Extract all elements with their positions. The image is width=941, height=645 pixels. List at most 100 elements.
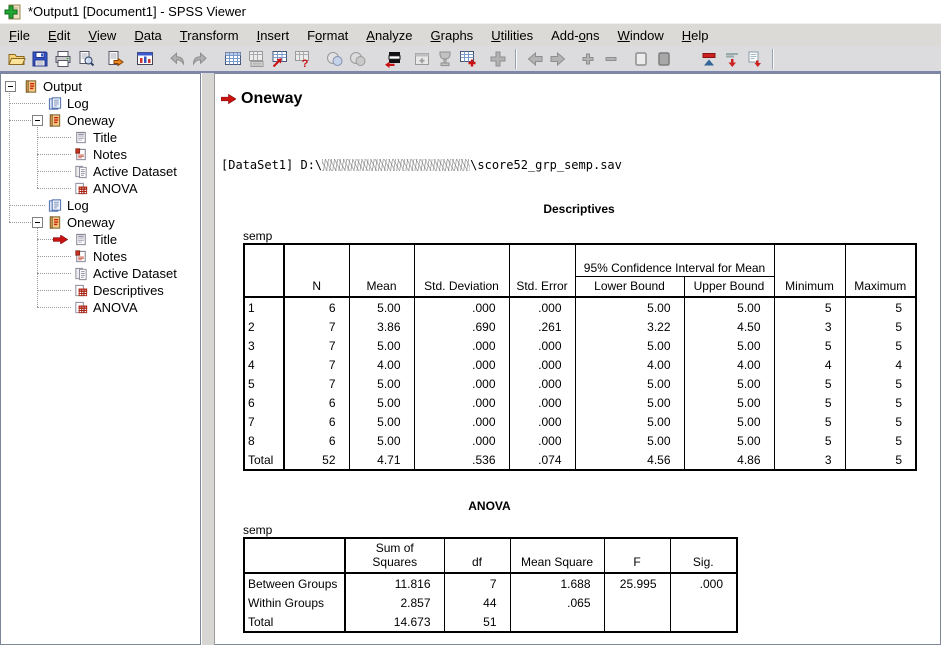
output-book-icon bbox=[23, 79, 39, 94]
column-header: F bbox=[604, 538, 670, 573]
variables-grid-icon bbox=[270, 50, 288, 68]
demote-outline-button[interactable] bbox=[546, 48, 569, 70]
save-button[interactable] bbox=[28, 48, 51, 70]
outline-item-anova-2[interactable]: ANOVA bbox=[1, 299, 200, 316]
descriptives-table[interactable]: N Mean Std. Deviation Std. Error 95% Con… bbox=[243, 243, 917, 471]
menu-file[interactable]: File bbox=[0, 25, 39, 46]
menu-data[interactable]: Data bbox=[125, 25, 170, 46]
column-header: Maximum bbox=[845, 244, 916, 297]
hide-output-button[interactable] bbox=[652, 48, 675, 70]
dataset-log-line[interactable]: [DataSet1] D:\ \score52_grp_semp.sav bbox=[221, 158, 940, 172]
print-button[interactable] bbox=[51, 48, 74, 70]
collapse-expander[interactable] bbox=[32, 217, 43, 228]
find-grid-icon bbox=[293, 50, 311, 68]
toolbar-separator bbox=[772, 49, 774, 69]
select-last-output-icon bbox=[384, 50, 402, 68]
collapse-expander[interactable] bbox=[5, 81, 16, 92]
menu-utilities[interactable]: Utilities bbox=[482, 25, 542, 46]
weight-cases-button[interactable] bbox=[346, 48, 369, 70]
menu-view[interactable]: View bbox=[79, 25, 125, 46]
toolbar-separator bbox=[515, 49, 517, 69]
export-document-icon bbox=[106, 50, 124, 68]
outline-item-title-1[interactable]: Title bbox=[1, 129, 200, 146]
table-row: 765.00.000.0005.005.0055 bbox=[244, 412, 916, 431]
log-book-icon bbox=[47, 96, 63, 111]
insert-title-button[interactable] bbox=[720, 48, 743, 70]
dataset-path-suffix: \score52_grp_semp.sav bbox=[470, 158, 622, 172]
outline-item-anova-1[interactable]: ANOVA bbox=[1, 180, 200, 197]
goto-case-button[interactable] bbox=[244, 48, 267, 70]
insert-heading-button[interactable] bbox=[697, 48, 720, 70]
menu-help[interactable]: Help bbox=[673, 25, 718, 46]
descriptives-title: Descriptives bbox=[243, 202, 915, 216]
column-header: Upper Bound bbox=[684, 276, 774, 297]
outline-item-oneway-2[interactable]: Oneway bbox=[1, 214, 200, 231]
window-title: *Output1 [Document1] - SPSS Viewer bbox=[28, 4, 246, 19]
menu-format[interactable]: Format bbox=[298, 25, 357, 46]
outline-item-output[interactable]: Output bbox=[1, 78, 200, 95]
column-header: Sum of Squares bbox=[345, 538, 444, 573]
column-header: df bbox=[444, 538, 510, 573]
outline-item-active-dataset-2[interactable]: Active Dataset bbox=[1, 265, 200, 282]
anova-output-block[interactable]: ANOVA semp Sum of Squares df Mean Square… bbox=[243, 499, 736, 633]
outline-item-active-dataset-1[interactable]: Active Dataset bbox=[1, 163, 200, 180]
select-last-output-button[interactable] bbox=[381, 48, 404, 70]
collapse-expander[interactable] bbox=[32, 115, 43, 126]
dialog-recall-button[interactable] bbox=[133, 48, 156, 70]
menu-transform[interactable]: Transform bbox=[171, 25, 248, 46]
menu-window[interactable]: Window bbox=[609, 25, 673, 46]
outline-item-log-2[interactable]: Log bbox=[1, 197, 200, 214]
insert-cases-button[interactable] bbox=[456, 48, 479, 70]
open-button[interactable] bbox=[5, 48, 28, 70]
select-cases-icon bbox=[326, 50, 344, 68]
notes-page-icon bbox=[73, 249, 89, 264]
dataset-path-prefix: [DataSet1] D:\ bbox=[221, 158, 322, 172]
output-heading[interactable]: Oneway bbox=[241, 90, 302, 108]
expand-outline-button[interactable] bbox=[576, 48, 599, 70]
collapse-outline-button[interactable] bbox=[599, 48, 622, 70]
undo-button[interactable] bbox=[165, 48, 188, 70]
title-page-icon bbox=[73, 232, 89, 247]
column-header: Mean bbox=[349, 244, 414, 297]
use-sets-button[interactable] bbox=[433, 48, 456, 70]
hide-box-icon bbox=[655, 50, 673, 68]
outline-item-notes-1[interactable]: Notes bbox=[1, 146, 200, 163]
variables-button[interactable] bbox=[267, 48, 290, 70]
column-header: Lower Bound bbox=[575, 276, 684, 297]
export-button[interactable] bbox=[103, 48, 126, 70]
show-output-button[interactable] bbox=[629, 48, 652, 70]
insert-cases-icon bbox=[459, 50, 477, 68]
notes-page-icon bbox=[73, 147, 89, 162]
column-header: Minimum bbox=[774, 244, 845, 297]
promote-outline-button[interactable] bbox=[523, 48, 546, 70]
anova-table[interactable]: Sum of Squares df Mean Square F Sig. Bet… bbox=[243, 537, 738, 633]
select-cases-button[interactable] bbox=[323, 48, 346, 70]
anova-layer-label: semp bbox=[243, 523, 736, 537]
redo-button[interactable] bbox=[188, 48, 211, 70]
menu-analyze[interactable]: Analyze bbox=[357, 25, 421, 46]
menu-add-ons[interactable]: Add-ons bbox=[542, 25, 608, 46]
menu-edit[interactable]: Edit bbox=[39, 25, 79, 46]
spss-viewer-app-icon bbox=[4, 3, 22, 21]
data-grid-icon bbox=[224, 50, 242, 68]
procedure-book-icon bbox=[47, 113, 63, 128]
descriptives-output-block[interactable]: Descriptives semp N Mean Std. Deviation … bbox=[243, 202, 915, 471]
outline-item-log[interactable]: Log bbox=[1, 95, 200, 112]
demote-arrow-icon bbox=[549, 50, 567, 68]
outline-item-descriptives[interactable]: Descriptives bbox=[1, 282, 200, 299]
outline-item-title-2-selected[interactable]: Title bbox=[1, 231, 200, 248]
redacted-path-scribble bbox=[322, 159, 470, 171]
navigate-output-button[interactable] bbox=[486, 48, 509, 70]
menu-insert[interactable]: Insert bbox=[248, 25, 299, 46]
insert-text-button[interactable] bbox=[743, 48, 766, 70]
goto-data-button[interactable] bbox=[221, 48, 244, 70]
outline-item-notes-2[interactable]: Notes bbox=[1, 248, 200, 265]
table-row: 474.00.000.0004.004.0044 bbox=[244, 355, 916, 374]
pane-splitter[interactable] bbox=[201, 73, 215, 645]
menu-graphs[interactable]: Graphs bbox=[422, 25, 483, 46]
designate-window-button[interactable] bbox=[410, 48, 433, 70]
print-preview-button[interactable] bbox=[74, 48, 97, 70]
outline-item-oneway-1[interactable]: Oneway bbox=[1, 112, 200, 129]
find-button[interactable] bbox=[290, 48, 313, 70]
spss-viewer-window: *Output1 [Document1] - SPSS Viewer File … bbox=[0, 0, 941, 645]
